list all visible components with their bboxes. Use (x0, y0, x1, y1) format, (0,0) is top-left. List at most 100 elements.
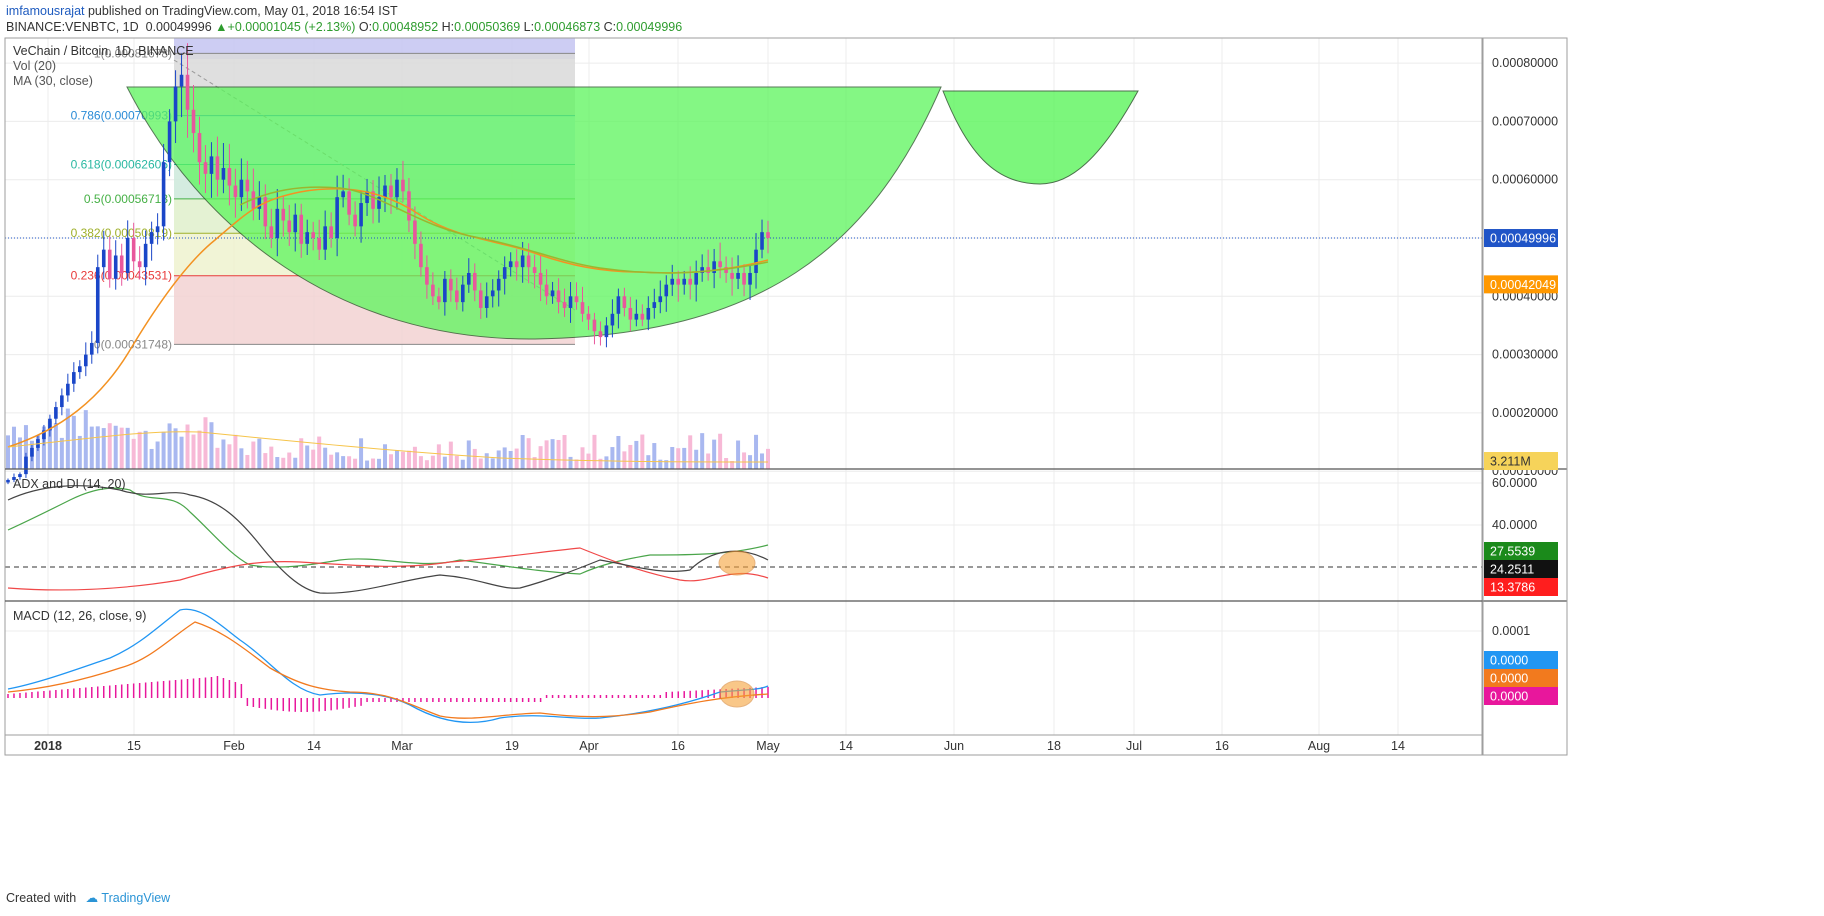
volume-bar (478, 458, 483, 469)
volume-bar (293, 457, 298, 469)
macd-y-tick: 0.0001 (1492, 624, 1530, 638)
volume-bar (191, 434, 196, 469)
volume-bar (580, 447, 585, 469)
volume-bar (460, 459, 465, 469)
candle-body (413, 220, 417, 244)
candle-body (401, 179, 405, 192)
volume-bar (550, 439, 555, 469)
candle-body (598, 331, 603, 338)
adx-highlight-circle (718, 550, 756, 576)
candle-body (688, 278, 693, 285)
adx-y-tick: 40.0000 (1492, 518, 1537, 532)
chart-canvas[interactable]: 1(0.00081678)0.786(0.00070993)0.618(0.00… (0, 0, 1824, 916)
candle-body (640, 313, 645, 320)
volume-bar (724, 458, 729, 469)
candle-body (622, 296, 627, 308)
volume-bar (484, 453, 489, 469)
volume-bar (646, 455, 651, 469)
volume-bar (544, 440, 549, 469)
volume-bar (371, 458, 376, 469)
candle-body (742, 272, 746, 285)
candle-body (610, 313, 615, 326)
candle-body (520, 255, 525, 268)
volume-bar (287, 452, 292, 469)
candle-body (293, 214, 298, 233)
candle-body (592, 319, 597, 332)
volume-bar (341, 456, 346, 469)
tradingview-brand-label: TradingView (101, 891, 171, 905)
candle-body (580, 302, 585, 314)
candle-body (161, 162, 166, 227)
volume-bar (305, 445, 310, 469)
candle-body (113, 255, 118, 279)
candle-body (78, 366, 82, 373)
volume-bar (119, 427, 124, 469)
candle-body (604, 325, 609, 338)
price-scale-frame (1482, 37, 1568, 756)
volume-bar (239, 448, 244, 469)
candle-body (215, 156, 220, 180)
volume-bar (167, 423, 172, 469)
candle-body (556, 290, 561, 303)
volume-bar (538, 446, 543, 469)
candle-body (167, 121, 172, 163)
volume-bar (185, 424, 190, 469)
candle-body (209, 156, 214, 174)
adx-line (7, 485, 769, 594)
adx-pane-title: ADX and DI (14, 20) (13, 477, 126, 491)
volume-bar (101, 428, 106, 469)
volume-bar (712, 439, 717, 469)
volume-bar (490, 458, 495, 469)
candle-body (341, 191, 345, 198)
volume-bar (496, 450, 501, 469)
tradingview-brand[interactable]: ☁ TradingView (86, 891, 171, 905)
indicator-legend: MA (30, close) (13, 74, 93, 88)
candle-body (359, 203, 363, 227)
volume-bar (83, 410, 88, 469)
x-tick-label: Apr (579, 739, 598, 753)
volume-bar (706, 453, 711, 469)
y-tick-label: 0.00030000 (1492, 348, 1558, 362)
candle-body (455, 290, 459, 303)
volume-bar (718, 433, 723, 469)
candle-body (568, 296, 573, 308)
candle-body (718, 261, 722, 268)
x-tick-label: Mar (391, 739, 413, 753)
candle-body (496, 278, 501, 291)
handle-shape (942, 90, 1139, 185)
candle-body (233, 185, 238, 198)
volume-bar (616, 435, 621, 469)
volume-bar (472, 448, 477, 469)
candle-body (502, 267, 507, 279)
candle-body (694, 272, 698, 285)
volume-bar (454, 455, 459, 469)
tradingview-logo-icon: ☁ (85, 891, 99, 905)
volume-bar (221, 439, 226, 469)
volume-bar (688, 435, 693, 469)
candle-body (275, 208, 280, 238)
volume-bar (131, 438, 136, 469)
minus-di-badge: 13.3786 (1490, 581, 1535, 595)
volume-bar (628, 444, 633, 469)
candle-body (682, 278, 687, 285)
candle-body (766, 232, 770, 239)
x-tick-label: 14 (839, 739, 853, 753)
candle-body (335, 197, 339, 238)
volume-bar (317, 436, 322, 469)
candle-body (197, 133, 202, 163)
volume-bar (299, 438, 304, 469)
candle-body (311, 232, 315, 238)
volume-bar (700, 433, 705, 469)
candle-body (299, 214, 304, 244)
signal-line (7, 621, 769, 719)
volume-bar (11, 426, 16, 469)
candle-body (107, 249, 112, 279)
x-tick-label: 18 (1047, 739, 1061, 753)
volume-bar (766, 448, 770, 469)
volume-bar (436, 444, 441, 469)
plus-di-badge: 27.5539 (1490, 545, 1535, 559)
volume-bar (418, 456, 423, 469)
candle-body (472, 272, 477, 291)
volume-bar (604, 456, 609, 469)
volume-bar (388, 454, 393, 469)
